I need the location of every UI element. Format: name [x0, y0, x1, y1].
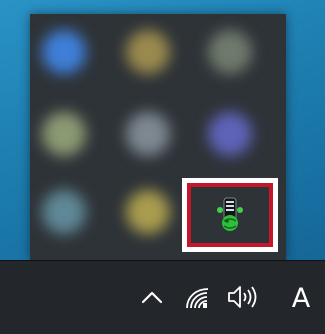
chevron-up-icon[interactable]	[138, 285, 166, 309]
green-device-app-icon[interactable]	[215, 195, 245, 233]
tray-slot-4[interactable]	[42, 112, 86, 156]
network-wifi-icon[interactable]	[184, 285, 212, 311]
volume-icon[interactable]	[226, 283, 260, 311]
tray-slot-3[interactable]	[208, 30, 252, 74]
tray-slot-5[interactable]	[126, 112, 170, 156]
highlighted-tray-icon-frame	[182, 178, 278, 252]
tray-slot-7[interactable]	[42, 190, 86, 234]
tray-slot-8[interactable]	[126, 190, 170, 234]
tray-slot-1[interactable]	[42, 30, 86, 74]
tray-slot-2[interactable]	[126, 30, 170, 74]
tray-slot-6[interactable]	[208, 112, 252, 156]
taskbar: A	[0, 260, 325, 334]
input-indicator[interactable]: A	[286, 281, 316, 317]
